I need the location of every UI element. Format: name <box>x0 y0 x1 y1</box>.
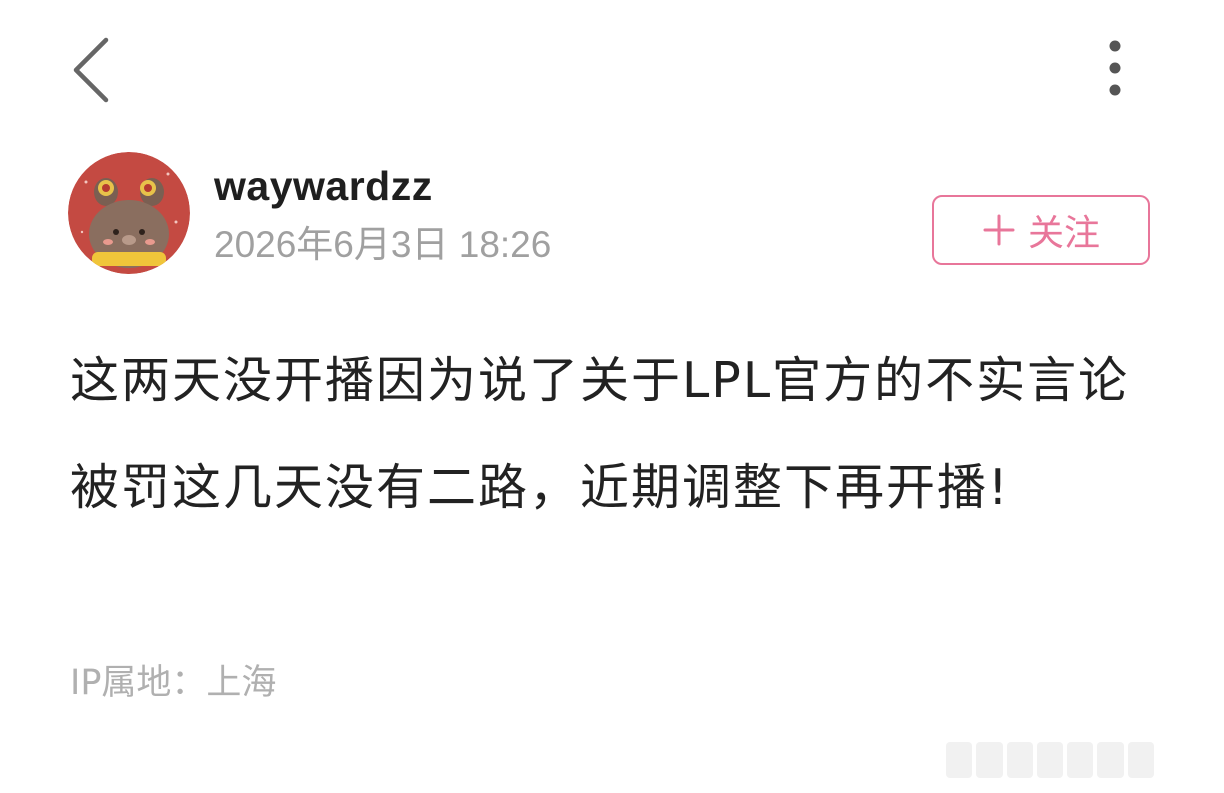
more-options-button[interactable] <box>1090 36 1140 102</box>
ip-location: IP属地：上海 <box>70 663 277 703</box>
back-button[interactable] <box>62 30 122 110</box>
vertical-dots-icon <box>1109 40 1121 96</box>
author-row: waywardzz 2026年6月3日 18:26 关注 <box>68 152 1158 277</box>
watermark <box>946 742 1154 778</box>
avatar[interactable] <box>68 152 190 274</box>
top-navigation-bar <box>0 0 1224 140</box>
follow-button[interactable]: 关注 <box>932 195 1150 265</box>
chevron-left-icon <box>73 37 109 103</box>
bear-avatar-icon <box>68 152 190 274</box>
follow-label: 关注 <box>1027 213 1100 254</box>
post-text: 这两天没开播因为说了关于LPL官方的不实言论被罚这几天没有二路，近期调整下再开播… <box>70 352 1130 516</box>
username[interactable]: waywardzz <box>214 160 433 212</box>
plus-icon <box>983 214 1015 246</box>
post-timestamp: 2026年6月3日 18:26 <box>214 224 552 265</box>
